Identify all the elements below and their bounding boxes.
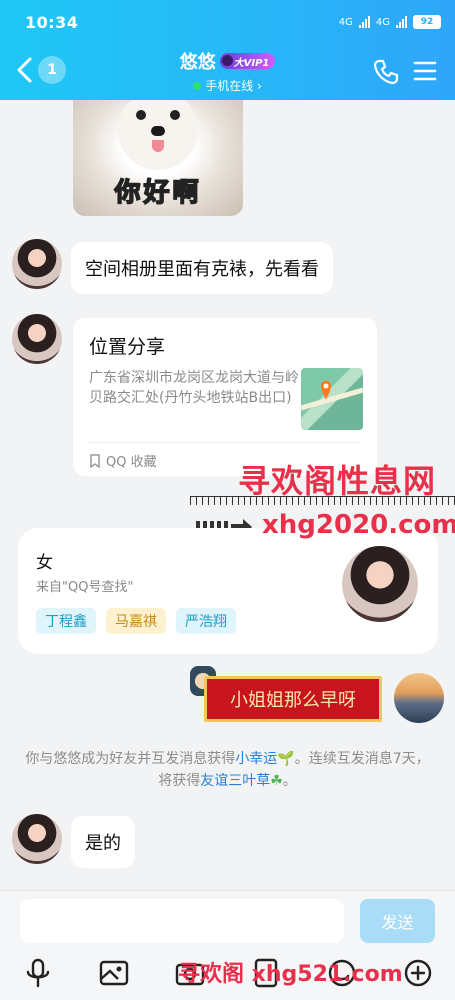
profile-avatar[interactable] [342,546,418,622]
plus-icon[interactable] [402,957,434,989]
network-label-2: 4G [375,16,390,28]
location-source: QQ 收藏 [106,455,157,470]
nav-bar: 1 悠悠 大VIP1 手机在线 › [0,44,455,96]
avatar[interactable] [12,814,62,864]
online-dot-icon [193,81,202,90]
location-share-card[interactable]: 位置分享 广东省深圳市龙岗区龙岗大道与岭贝路交汇处(丹竹头地铁站B出口) QQ … [73,318,377,476]
watermark-bottom: 寻欢阁 xhg521.com [178,962,403,987]
status-indicators: 4G 4G 92 [339,15,441,29]
bookmark-icon [90,453,100,468]
menu-icon[interactable] [412,58,438,84]
clover-icon: ☘ [270,773,283,789]
microphone-icon[interactable] [22,957,54,989]
online-status-text: 手机在线 › [205,79,262,93]
send-button[interactable]: 发送 [360,899,435,943]
dog-sticker-image [118,100,198,170]
self-message-bubble[interactable]: 小姐姐那么早呀 [204,676,382,722]
interest-tag[interactable]: 马嘉祺 [106,608,166,634]
message-bubble[interactable]: 是的 [71,816,135,868]
signal-icon [358,16,370,28]
status-time: 10:34 [25,12,79,32]
online-status: 手机在线 › [193,77,262,94]
image-icon[interactable] [98,957,130,989]
self-avatar[interactable] [394,673,444,723]
sprout-icon: 🌱 [277,751,295,767]
vip-badge: 大VIP1 [219,53,276,69]
interest-tag[interactable]: 严浩翔 [176,608,236,634]
status-bar: 10:34 4G 4G 92 [0,0,455,44]
system-message: 你与悠悠成为好友并互发消息获得小幸运🌱。连续互发消息7天，将获得友谊三叶草☘。 [25,751,430,789]
phone-icon[interactable] [372,58,400,86]
network-label-1: 4G [338,16,353,28]
chat-header: 10:34 4G 4G 92 1 悠悠 大VIP1 手机在线 › [0,0,455,100]
interest-tags: 丁程鑫 马嘉祺 严浩翔 [36,608,236,634]
avatar[interactable] [12,239,62,289]
sticker-message[interactable]: 你好啊 [73,100,243,216]
interest-tag[interactable]: 丁程鑫 [36,608,96,634]
chat-area[interactable]: 你好啊 空间相册里面有克裱，先看看 位置分享 广东省深圳市龙岗区龙岗大道与岭贝路… [0,100,455,890]
lucky-link[interactable]: 小幸运 [235,751,277,767]
map-thumbnail [300,368,364,430]
watermark-url: xhg2020.com [262,510,455,540]
clover-link[interactable]: 友谊三叶草 [200,773,270,789]
location-title: 位置分享 [89,336,166,358]
profile-gender: 女 [36,553,53,573]
profile-card[interactable]: 女 来自"QQ号查找" 丁程鑫 马嘉祺 严浩翔 [18,528,438,654]
message-bubble[interactable]: 空间相册里面有克裱，先看看 [71,242,333,294]
map-pin-icon [300,380,364,411]
sticker-caption: 你好啊 [114,177,202,209]
message-input[interactable] [20,899,344,943]
location-address: 广东省深圳市龙岗区龙岗大道与岭贝路交汇处(丹竹头地铁站B出口) [89,370,299,406]
battery-icon: 92 [413,15,441,29]
avatar[interactable] [12,314,62,364]
contact-name: 悠悠 [179,52,216,73]
signal-icon-2 [396,16,407,28]
profile-source: 来自"QQ号查找" [36,580,134,595]
